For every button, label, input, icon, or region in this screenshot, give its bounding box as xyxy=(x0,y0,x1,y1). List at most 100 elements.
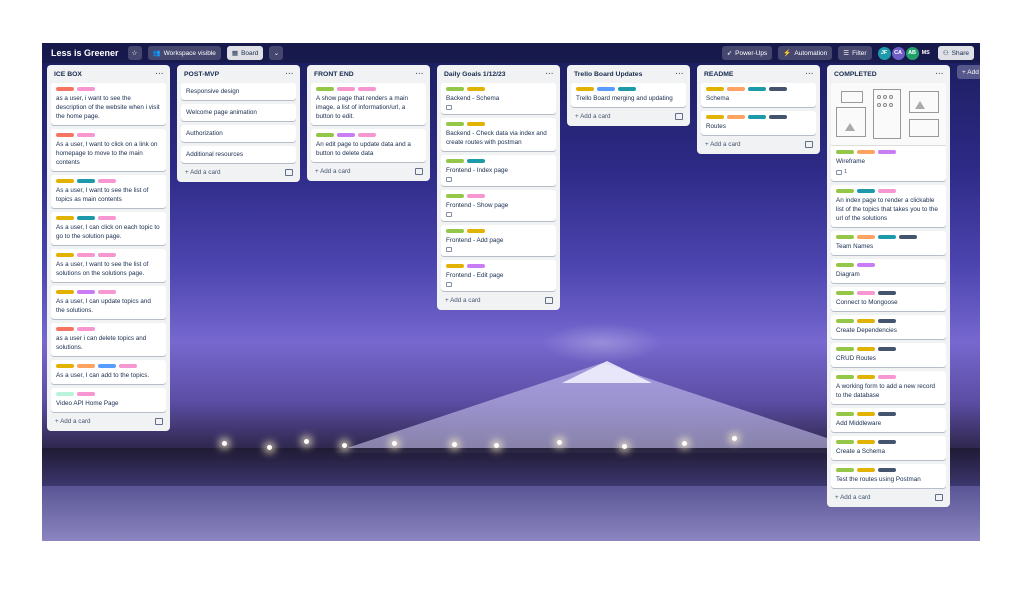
more-icon[interactable]: ··· xyxy=(676,71,685,78)
card[interactable]: Backend - Schema xyxy=(441,83,556,114)
avatar[interactable]: MS xyxy=(920,47,932,60)
label-chip[interactable] xyxy=(878,319,896,323)
list-title[interactable]: FRONT END xyxy=(314,71,354,78)
list-title[interactable]: Trello Board Updates xyxy=(574,71,642,78)
label-chip[interactable] xyxy=(878,150,896,154)
add-card-button[interactable]: + Add a card xyxy=(47,412,170,431)
label-chip[interactable] xyxy=(316,87,334,91)
label-chip[interactable] xyxy=(56,290,74,294)
more-icon[interactable]: ··· xyxy=(806,71,815,78)
label-chip[interactable] xyxy=(836,235,854,239)
list-title[interactable]: ICE BOX xyxy=(54,71,82,78)
label-chip[interactable] xyxy=(769,87,787,91)
add-card-button[interactable]: + Add a card xyxy=(697,135,820,154)
label-chip[interactable] xyxy=(98,253,116,257)
more-icon[interactable]: ··· xyxy=(156,71,165,78)
label-chip[interactable] xyxy=(857,150,875,154)
label-chip[interactable] xyxy=(836,468,854,472)
board-title[interactable]: Less is Greener xyxy=(48,48,122,58)
label-chip[interactable] xyxy=(467,229,485,233)
label-chip[interactable] xyxy=(769,115,787,119)
label-chip[interactable] xyxy=(878,189,896,193)
label-chip[interactable] xyxy=(446,159,464,163)
card[interactable]: As a user, I can update topics and the s… xyxy=(51,286,166,319)
star-button[interactable]: ☆ xyxy=(127,46,142,60)
label-chip[interactable] xyxy=(857,291,875,295)
card[interactable]: Welcome page animation xyxy=(181,104,296,121)
card[interactable]: Team Names xyxy=(831,231,946,255)
label-chip[interactable] xyxy=(878,468,896,472)
label-chip[interactable] xyxy=(467,159,485,163)
label-chip[interactable] xyxy=(98,216,116,220)
label-chip[interactable] xyxy=(337,133,355,137)
share-button[interactable]: ⚇ Share xyxy=(937,46,974,60)
label-chip[interactable] xyxy=(878,412,896,416)
label-chip[interactable] xyxy=(836,150,854,154)
card[interactable]: Create a Schema xyxy=(831,436,946,460)
card[interactable]: as a user, i want to see the description… xyxy=(51,83,166,125)
label-chip[interactable] xyxy=(56,327,74,331)
card[interactable]: Authorization xyxy=(181,125,296,142)
label-chip[interactable] xyxy=(98,364,116,368)
label-chip[interactable] xyxy=(467,194,485,198)
card[interactable]: Routes xyxy=(701,111,816,135)
label-chip[interactable] xyxy=(446,122,464,126)
label-chip[interactable] xyxy=(467,87,485,91)
label-chip[interactable] xyxy=(727,115,745,119)
card[interactable]: As a user, I want to see the list of sol… xyxy=(51,249,166,282)
label-chip[interactable] xyxy=(56,133,74,137)
label-chip[interactable] xyxy=(77,290,95,294)
card[interactable]: as a user i can delete topics and soluti… xyxy=(51,323,166,356)
label-chip[interactable] xyxy=(77,179,95,183)
label-chip[interactable] xyxy=(316,133,334,137)
template-icon[interactable] xyxy=(675,112,683,120)
add-card-button[interactable]: + Add a card xyxy=(827,488,950,507)
card[interactable]: Frontend - Edit page xyxy=(441,260,556,291)
avatar[interactable]: CA xyxy=(891,46,905,60)
label-chip[interactable] xyxy=(77,216,95,220)
card[interactable]: A show page that renders a main image, a… xyxy=(311,83,426,125)
label-chip[interactable] xyxy=(836,263,854,267)
label-chip[interactable] xyxy=(597,87,615,91)
more-icon[interactable]: ··· xyxy=(546,71,555,78)
label-chip[interactable] xyxy=(836,189,854,193)
card[interactable]: Trello Board merging and updating xyxy=(571,83,686,107)
list-title[interactable]: README xyxy=(704,71,733,78)
list-title[interactable]: Daily Goals 1/12/23 xyxy=(444,71,506,78)
card[interactable]: Frontend - Add page xyxy=(441,225,556,256)
label-chip[interactable] xyxy=(857,347,875,351)
label-chip[interactable] xyxy=(56,179,74,183)
label-chip[interactable] xyxy=(836,412,854,416)
card[interactable]: An edit page to update data and a button… xyxy=(311,129,426,162)
label-chip[interactable] xyxy=(706,115,724,119)
card[interactable]: As a user, I can add to the topics. xyxy=(51,360,166,384)
card[interactable]: As a user, I can click on each topic to … xyxy=(51,212,166,245)
label-chip[interactable] xyxy=(727,87,745,91)
label-chip[interactable] xyxy=(98,179,116,183)
label-chip[interactable] xyxy=(467,264,485,268)
label-chip[interactable] xyxy=(857,412,875,416)
label-chip[interactable] xyxy=(77,327,95,331)
more-icon[interactable]: ··· xyxy=(936,71,945,78)
add-list-button[interactable]: + Add another list xyxy=(957,65,980,79)
card[interactable]: A working form to add a new record to th… xyxy=(831,371,946,404)
powerups-button[interactable]: ➶ Power-Ups xyxy=(721,46,773,60)
label-chip[interactable] xyxy=(878,440,896,444)
label-chip[interactable] xyxy=(56,216,74,220)
add-card-button[interactable]: + Add a card xyxy=(307,162,430,181)
card[interactable]: CRUD Routes xyxy=(831,343,946,367)
card[interactable]: Test the routes using Postman xyxy=(831,464,946,488)
list-title[interactable]: COMPLETED xyxy=(834,71,877,78)
label-chip[interactable] xyxy=(446,194,464,198)
label-chip[interactable] xyxy=(77,364,95,368)
label-chip[interactable] xyxy=(878,375,896,379)
automation-button[interactable]: ⚡ Automation xyxy=(778,46,833,60)
label-chip[interactable] xyxy=(56,87,74,91)
label-chip[interactable] xyxy=(857,319,875,323)
label-chip[interactable] xyxy=(899,235,917,239)
template-icon[interactable] xyxy=(155,417,163,425)
label-chip[interactable] xyxy=(56,364,74,368)
label-chip[interactable] xyxy=(77,133,95,137)
label-chip[interactable] xyxy=(618,87,636,91)
card[interactable]: Add Middleware xyxy=(831,408,946,432)
